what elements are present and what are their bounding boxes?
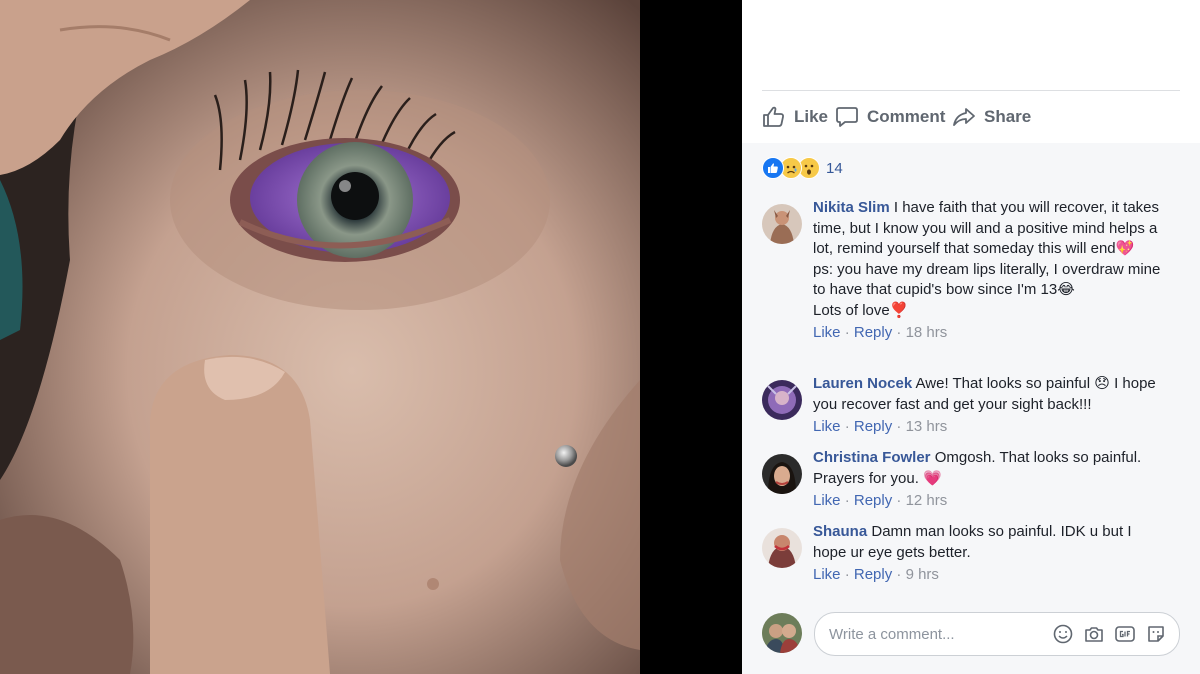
comment-timestamp[interactable]: 9 hrs [906,566,939,583]
comment-input-box[interactable] [814,612,1180,656]
comment-reply-link[interactable]: Reply [854,418,892,435]
comment-meta: Like · Reply · 13 hrs [813,418,948,435]
post-action-bar: Like Comment Share [762,90,1180,144]
comment-meta: Like · Reply · 18 hrs [813,324,948,341]
comment-body: Lauren Nocek Awe! That looks so painful … [813,374,1163,438]
comment-timestamp[interactable]: 12 hrs [906,492,948,509]
avatar[interactable] [762,454,802,494]
comment-author[interactable]: Shauna [813,523,867,540]
reaction-count[interactable]: 14 [826,160,843,177]
composer-icons [1052,623,1167,645]
sticker-icon[interactable] [1145,623,1167,645]
share-button[interactable]: Share [952,91,1031,143]
comment-like-link[interactable]: Like [813,324,841,341]
avatar[interactable] [762,528,802,568]
comment-reply-link[interactable]: Reply [854,324,892,341]
comment-author[interactable]: Christina Fowler [813,449,931,466]
reaction-summary[interactable]: 14 [762,156,843,180]
comment-input[interactable] [827,613,1031,655]
eye-photo-illustration [0,0,640,674]
comment-body: Shauna Damn man looks so painful. IDK u … [813,522,1163,586]
comment-like-link[interactable]: Like [813,418,841,435]
comment-body: Nikita Slim I have faith that you will r… [813,198,1163,344]
comment-label: Comment [867,107,946,126]
emoji-icon[interactable] [1052,623,1074,645]
comment-author[interactable]: Nikita Slim [813,199,890,216]
like-label: Like [794,107,829,126]
avatar[interactable] [762,380,802,420]
comment-text-signoff: Lots of love❣️ [813,301,909,319]
comment-author[interactable]: Lauren Nocek [813,375,912,392]
like-button[interactable]: Like [762,91,828,143]
comment-body: Christina Fowler Omgosh. That looks so p… [813,448,1163,512]
camera-icon[interactable] [1083,623,1105,645]
comment-like-link[interactable]: Like [813,566,841,583]
comment-text-continued: ps: you have my dream lips literally, I … [813,260,1161,299]
comment-meta: Like · Reply · 12 hrs [813,492,948,509]
post-photo[interactable] [0,0,640,674]
share-label: Share [984,107,1032,126]
current-user-avatar[interactable] [762,613,802,653]
like-icon [762,157,784,179]
comment-like-link[interactable]: Like [813,492,841,509]
comment-composer [762,612,1180,656]
comment-meta: Like · Reply · 9 hrs [813,566,939,583]
comment-button[interactable]: Comment [835,91,945,143]
photo-letterbox [640,0,742,674]
avatar[interactable] [762,204,802,244]
comment-timestamp[interactable]: 18 hrs [906,324,948,341]
thumbs-up-icon [763,106,784,127]
post-sidebar: Like Comment Share 14 Nikita Slim I have… [742,0,1200,674]
gif-icon[interactable] [1114,623,1136,645]
comment-reply-link[interactable]: Reply [854,492,892,509]
comment-bubble-icon [836,107,858,127]
comment-timestamp[interactable]: 13 hrs [906,418,948,435]
comment-reply-link[interactable]: Reply [854,566,892,583]
share-arrow-icon [953,108,975,126]
